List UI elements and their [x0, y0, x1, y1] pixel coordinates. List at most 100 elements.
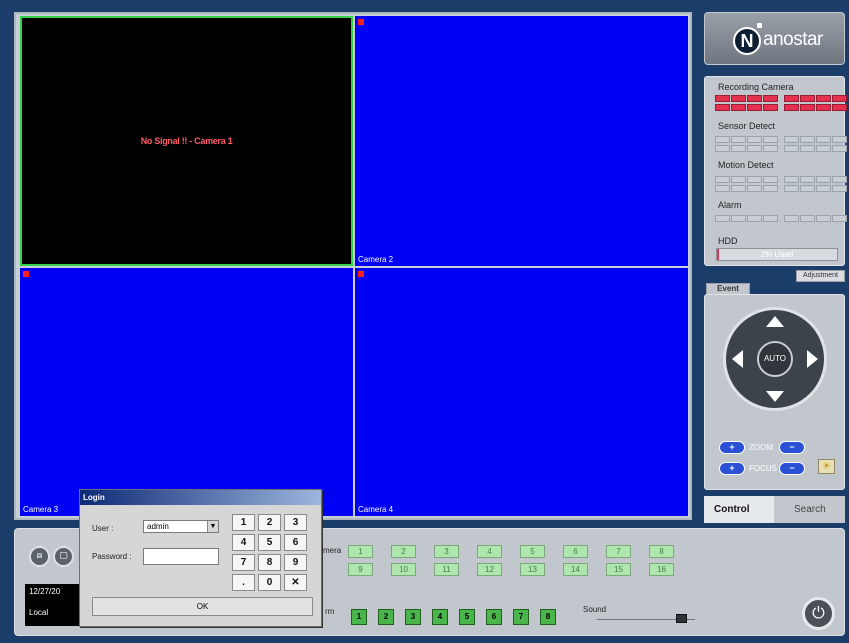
logo-initial: N: [733, 27, 761, 55]
camera-button-1[interactable]: 1: [348, 545, 373, 558]
camera-3-label: Camera 3: [23, 505, 59, 514]
camera-button-4[interactable]: 4: [477, 545, 502, 558]
sensor-led: [715, 136, 730, 143]
motion-led: [784, 185, 799, 192]
tab-control[interactable]: Control: [704, 496, 774, 523]
user-select[interactable]: admin ▼: [143, 520, 219, 533]
keypad-key[interactable]: 3: [284, 514, 307, 531]
recording-led: [715, 95, 730, 102]
recording-led: [763, 95, 778, 102]
keypad-key[interactable]: 6: [284, 534, 307, 551]
sensor-led-row-1: [715, 136, 847, 143]
alarm-button-4[interactable]: 4: [432, 609, 448, 625]
focus-out-button[interactable]: −: [779, 462, 805, 475]
recording-led: [784, 95, 799, 102]
sensor-led: [800, 145, 815, 152]
keypad-key[interactable]: .: [232, 574, 255, 591]
alarm-button-3[interactable]: 3: [405, 609, 421, 625]
zoom-in-button[interactable]: +: [719, 441, 745, 454]
motion-detect-header: Motion Detect: [718, 160, 774, 170]
pan-down-icon[interactable]: [766, 391, 784, 402]
keypad-key[interactable]: 7: [232, 554, 255, 571]
alarm-button-6[interactable]: 6: [486, 609, 502, 625]
pan-right-icon[interactable]: [807, 350, 818, 368]
recording-indicator: [23, 271, 29, 277]
sound-label: Sound: [583, 605, 607, 614]
camera-button-13[interactable]: 13: [520, 563, 545, 576]
motion-led: [731, 185, 746, 192]
brand-logo: N anostar: [704, 12, 845, 65]
date-text: 12/27/20: [29, 587, 61, 596]
recording-led: [832, 95, 847, 102]
alarm-button-2[interactable]: 2: [378, 609, 394, 625]
pan-up-icon[interactable]: [766, 316, 784, 327]
keypad-key[interactable]: 1: [232, 514, 255, 531]
camera-button-8[interactable]: 8: [649, 545, 674, 558]
camera-button-16[interactable]: 16: [649, 563, 674, 576]
alarm-button-5[interactable]: 5: [459, 609, 475, 625]
camera-button-10[interactable]: 10: [391, 563, 416, 576]
sound-slider-handle[interactable]: [676, 614, 688, 623]
keypad-key[interactable]: 0: [258, 574, 281, 591]
camera-button-11[interactable]: 11: [434, 563, 459, 576]
alarm-button-8[interactable]: 8: [540, 609, 556, 625]
motion-led: [747, 176, 762, 183]
motion-led-row-1: [715, 176, 847, 183]
recording-indicator: [358, 271, 364, 277]
alarm-led: [763, 215, 778, 222]
camera-1-view[interactable]: No Signal !! - Camera 1: [20, 16, 353, 266]
camera-button-3[interactable]: 3: [434, 545, 459, 558]
camera-button-5[interactable]: 5: [520, 545, 545, 558]
sensor-led: [816, 136, 831, 143]
keypad-key[interactable]: 4: [232, 534, 255, 551]
keypad-key[interactable]: 8: [258, 554, 281, 571]
power-icon[interactable]: ⏻: [802, 597, 835, 630]
recording-led: [747, 104, 762, 111]
video-grid: No Signal !! - Camera 1 Camera 2 Camera …: [14, 12, 692, 520]
fullscreen-icon[interactable]: ▢: [53, 546, 74, 567]
camera-button-14[interactable]: 14: [563, 563, 588, 576]
focus-in-button[interactable]: +: [719, 462, 745, 475]
recording-led-row-1: [715, 95, 847, 102]
camera-button-6[interactable]: 6: [563, 545, 588, 558]
alarm-led: [747, 215, 762, 222]
recording-camera-header: Recording Camera: [718, 82, 794, 92]
snapshot-icon[interactable]: ⧈: [29, 546, 50, 567]
keypad-key[interactable]: 9: [284, 554, 307, 571]
keypad-key[interactable]: ✕: [284, 574, 307, 591]
light-icon[interactable]: ☀: [818, 459, 835, 474]
recording-led-row-2: [715, 104, 847, 111]
camera-button-12[interactable]: 12: [477, 563, 502, 576]
camera-4-view[interactable]: Camera 4: [355, 268, 688, 516]
sensor-led: [784, 145, 799, 152]
recording-indicator: [358, 19, 364, 25]
zoom-out-button[interactable]: −: [779, 441, 805, 454]
pan-left-icon[interactable]: [732, 350, 743, 368]
camera-button-15[interactable]: 15: [606, 563, 631, 576]
tab-search[interactable]: Search: [774, 496, 845, 523]
tab-adjustment[interactable]: Adjustment: [796, 270, 845, 282]
keypad-key[interactable]: 5: [258, 534, 281, 551]
login-title: Login: [80, 490, 321, 505]
keypad-key[interactable]: 2: [258, 514, 281, 531]
camera-button-2[interactable]: 2: [391, 545, 416, 558]
sensor-led: [832, 136, 847, 143]
camera-3-view[interactable]: Camera 3: [20, 268, 353, 516]
login-dialog: Login User : admin ▼ Password : OK 123 45…: [79, 489, 322, 627]
camera-2-view[interactable]: Camera 2: [355, 16, 688, 266]
motion-led: [747, 185, 762, 192]
recording-led: [715, 104, 730, 111]
motion-led: [800, 185, 815, 192]
password-field[interactable]: [143, 548, 219, 565]
auto-button[interactable]: AUTO: [757, 341, 793, 377]
alarm-button-7[interactable]: 7: [513, 609, 529, 625]
alarm-header: Alarm: [718, 200, 742, 210]
ok-button[interactable]: OK: [92, 597, 313, 616]
chevron-down-icon[interactable]: ▼: [207, 521, 218, 532]
user-label: User :: [92, 524, 114, 533]
logo-accent-dot: [757, 23, 762, 28]
alarm-button-1[interactable]: 1: [351, 609, 367, 625]
camera-button-9[interactable]: 9: [348, 563, 373, 576]
motion-led-row-2: [715, 185, 847, 192]
camera-button-7[interactable]: 7: [606, 545, 631, 558]
